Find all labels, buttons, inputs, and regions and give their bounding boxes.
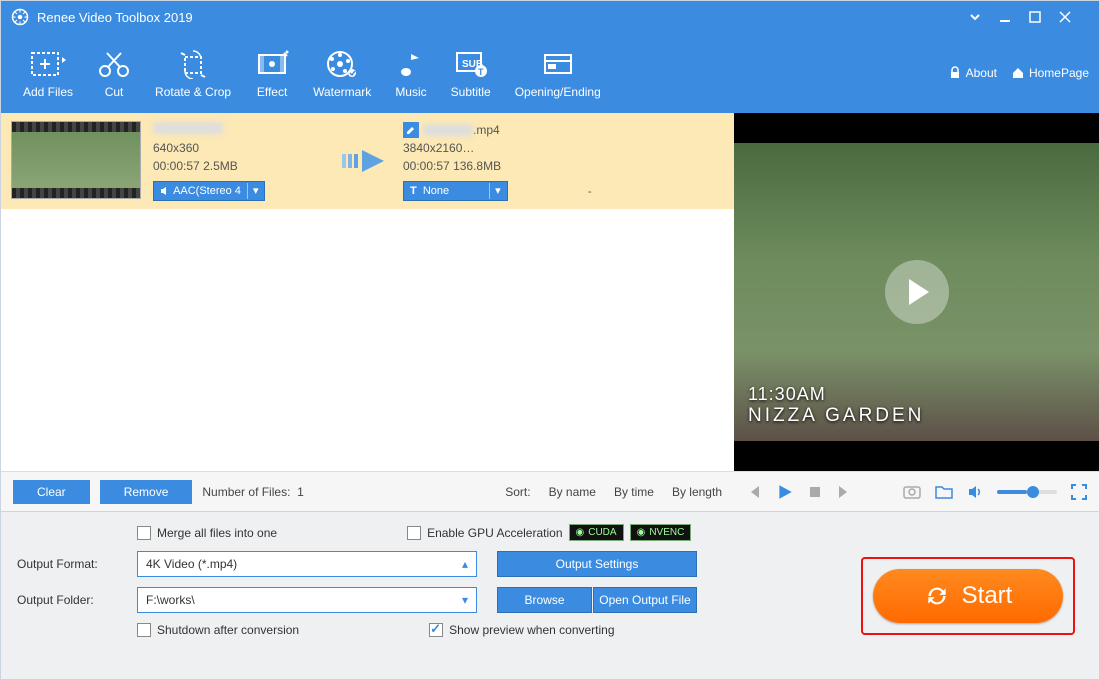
- tool-subtitle[interactable]: SUBT Subtitle: [439, 38, 503, 108]
- browse-button[interactable]: Browse: [497, 587, 592, 613]
- destination-filename: [423, 124, 473, 136]
- add-files-icon: [28, 47, 68, 81]
- play-button[interactable]: [776, 483, 794, 501]
- start-highlight: Start: [861, 557, 1075, 635]
- bottom-panel: Merge all files into one Enable GPU Acce…: [1, 511, 1099, 679]
- rotate-crop-icon: [176, 47, 210, 81]
- clear-button[interactable]: Clear: [13, 480, 90, 504]
- progress-placeholder: -: [588, 182, 592, 200]
- sort-by-time[interactable]: By time: [614, 485, 654, 499]
- volume-slider[interactable]: [997, 490, 1057, 494]
- shutdown-checkbox[interactable]: [137, 623, 151, 637]
- merge-checkbox[interactable]: [137, 526, 151, 540]
- tool-rotate-crop[interactable]: Rotate & Crop: [143, 38, 243, 108]
- app-logo-icon: [11, 8, 29, 26]
- maximize-button[interactable]: [1029, 11, 1059, 23]
- output-format-combo[interactable]: 4K Video (*.mp4)▴: [137, 551, 477, 577]
- fullscreen-button[interactable]: [1071, 484, 1087, 500]
- audio-codec-pill[interactable]: AAC(Stereo 4▾: [153, 181, 265, 201]
- nvenc-badge: ◉ NVENC: [630, 524, 692, 541]
- output-settings-button[interactable]: Output Settings: [497, 551, 697, 577]
- remove-button[interactable]: Remove: [100, 480, 193, 504]
- home-icon: [1011, 66, 1025, 80]
- snapshot-button[interactable]: [903, 484, 921, 500]
- preview-panel: 11:30AM NIZZA GARDEN: [734, 113, 1099, 471]
- preview-video[interactable]: 11:30AM NIZZA GARDEN: [734, 143, 1099, 441]
- about-link[interactable]: About: [948, 66, 997, 80]
- sort-by-length[interactable]: By length: [672, 485, 722, 499]
- title-bar: Renee Video Toolbox 2019: [1, 1, 1099, 33]
- refresh-icon: [924, 583, 950, 609]
- output-folder-combo[interactable]: F:\works\▾: [137, 587, 477, 613]
- show-preview-label: Show preview when converting: [449, 623, 614, 637]
- gpu-label: Enable GPU Acceleration: [427, 526, 562, 540]
- play-overlay-icon[interactable]: [885, 260, 949, 324]
- preview-overlay-text: 11:30AM NIZZA GARDEN: [748, 384, 924, 427]
- gpu-checkbox[interactable]: [407, 526, 421, 540]
- show-preview-checkbox[interactable]: [429, 623, 443, 637]
- minimize-button[interactable]: [999, 11, 1029, 23]
- shutdown-label: Shutdown after conversion: [157, 623, 299, 637]
- file-count-label: Number of Files:: [202, 485, 290, 499]
- subtitle-pill[interactable]: T None▾: [403, 181, 508, 201]
- watermark-icon: [325, 47, 359, 81]
- effect-icon: [255, 47, 289, 81]
- stop-button[interactable]: [808, 485, 822, 499]
- source-meta: 640x360 00:00:57 2.5MB AAC(Stereo 4▾: [153, 121, 333, 201]
- open-folder-button[interactable]: [935, 484, 953, 500]
- svg-text:T: T: [478, 67, 484, 77]
- file-row[interactable]: 640x360 00:00:57 2.5MB AAC(Stereo 4▾: [1, 113, 734, 209]
- list-bar: Clear Remove Number of Files: 1 Sort: By…: [1, 471, 734, 511]
- destination-meta: .mp4 3840x2160… 00:00:57 136.8MB T None▾…: [403, 121, 724, 201]
- lock-icon: [948, 66, 962, 80]
- file-count-value: 1: [297, 485, 304, 499]
- next-button[interactable]: [836, 484, 852, 500]
- output-folder-label: Output Folder:: [17, 593, 137, 607]
- prev-button[interactable]: [746, 484, 762, 500]
- convert-arrow-icon: [333, 146, 403, 176]
- cuda-badge: ◉ CUDA: [569, 524, 624, 541]
- music-icon: [396, 47, 426, 81]
- cut-icon: [97, 47, 131, 81]
- tool-music[interactable]: Music: [383, 38, 438, 108]
- sort-by-name[interactable]: By name: [549, 485, 596, 499]
- start-button[interactable]: Start: [873, 569, 1063, 623]
- tool-add-files[interactable]: Add Files: [11, 38, 85, 108]
- opening-ending-icon: [541, 47, 575, 81]
- main-toolbar: Add Files Cut Rotate & Crop Effect Water…: [1, 33, 1099, 113]
- edit-icon[interactable]: [403, 122, 419, 138]
- tool-effect[interactable]: Effect: [243, 38, 301, 108]
- source-thumbnail: [11, 121, 141, 199]
- close-button[interactable]: [1059, 11, 1089, 23]
- source-filename: [153, 122, 223, 134]
- player-controls: [734, 471, 1099, 511]
- volume-icon[interactable]: [967, 484, 983, 500]
- app-title: Renee Video Toolbox 2019: [37, 10, 969, 25]
- file-list: 640x360 00:00:57 2.5MB AAC(Stereo 4▾: [1, 113, 734, 471]
- speaker-icon: [160, 186, 170, 196]
- homepage-link[interactable]: HomePage: [1011, 66, 1089, 80]
- sort-label: Sort:: [505, 485, 530, 499]
- output-format-label: Output Format:: [17, 557, 137, 571]
- tool-watermark[interactable]: Watermark: [301, 38, 383, 108]
- merge-label: Merge all files into one: [157, 526, 277, 540]
- tool-opening-ending[interactable]: Opening/Ending: [503, 38, 613, 108]
- tool-cut[interactable]: Cut: [85, 38, 143, 108]
- window-menu-icon[interactable]: [969, 11, 999, 23]
- open-output-button[interactable]: Open Output File: [593, 587, 697, 613]
- subtitle-icon: SUBT: [454, 47, 488, 81]
